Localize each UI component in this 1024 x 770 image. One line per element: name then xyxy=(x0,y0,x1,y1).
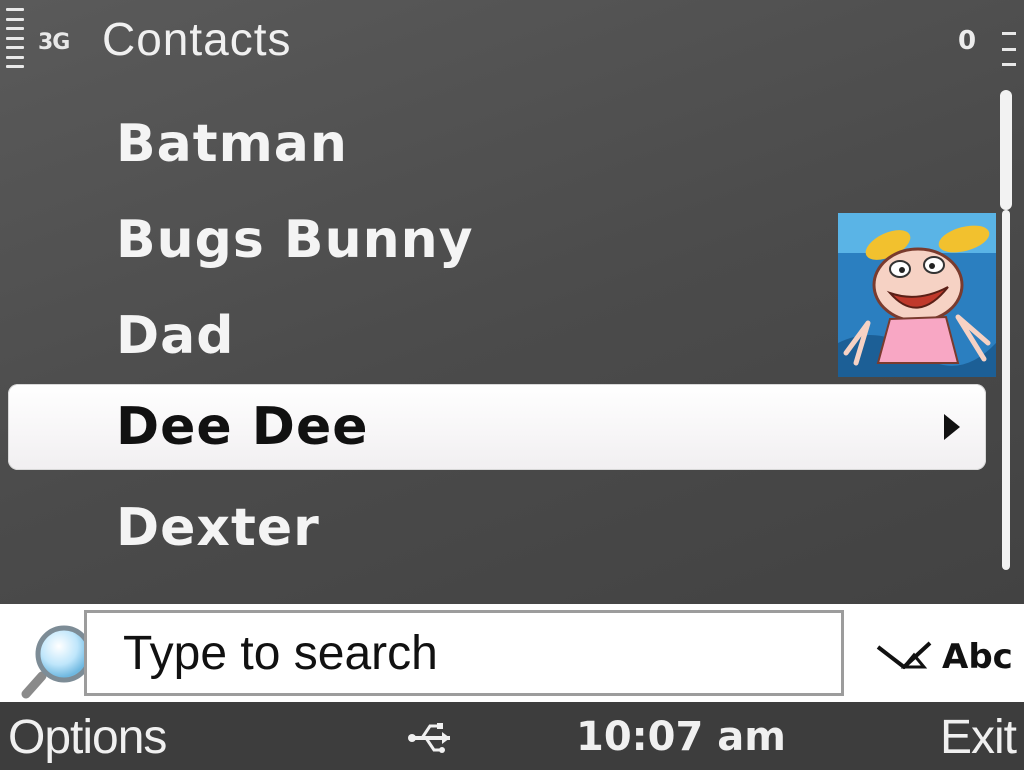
predictive-input-icon xyxy=(876,641,932,669)
input-mode-label: Abc xyxy=(942,637,1013,677)
contact-list-item[interactable]: Dexter xyxy=(0,480,990,576)
input-mode-indicator: Abc xyxy=(874,632,1013,682)
contact-list-item-selected[interactable]: Dee Dee xyxy=(8,384,986,470)
contact-list-item[interactable]: Batman xyxy=(0,96,990,192)
softkey-bar: Options 10:07 am Exit xyxy=(0,702,1024,770)
contact-name: Dexter xyxy=(116,498,320,558)
network-type-label: 3G xyxy=(38,30,70,55)
clock: 10:07 am xyxy=(576,714,786,760)
indicator-count: 0 xyxy=(958,26,977,56)
page-title: Contacts xyxy=(102,13,292,65)
contacts-screen: 3G Contacts 0 Batman Bugs Bunny Dad Dee … xyxy=(0,0,1024,770)
options-softkey[interactable]: Options xyxy=(8,710,167,765)
search-bar: Type to search Abc xyxy=(0,604,1024,702)
scrollbar-rail xyxy=(1002,210,1010,570)
contact-photo xyxy=(838,213,996,377)
signal-strength-icon xyxy=(6,8,24,68)
search-input[interactable]: Type to search xyxy=(84,610,844,696)
contact-name: Dee Dee xyxy=(116,397,369,457)
battery-level-icon xyxy=(1002,32,1016,66)
contact-name: Bugs Bunny xyxy=(116,210,474,270)
exit-softkey[interactable]: Exit xyxy=(940,710,1017,765)
submenu-arrow-icon[interactable] xyxy=(944,414,960,440)
scrollbar-thumb[interactable] xyxy=(1000,90,1012,210)
contact-name: Dad xyxy=(116,306,235,366)
usb-connection-icon xyxy=(408,723,450,753)
status-bar: 3G Contacts 0 xyxy=(0,0,1024,80)
contact-name: Batman xyxy=(116,114,348,174)
scrollbar[interactable] xyxy=(1000,90,1012,570)
search-placeholder: Type to search xyxy=(123,626,438,680)
